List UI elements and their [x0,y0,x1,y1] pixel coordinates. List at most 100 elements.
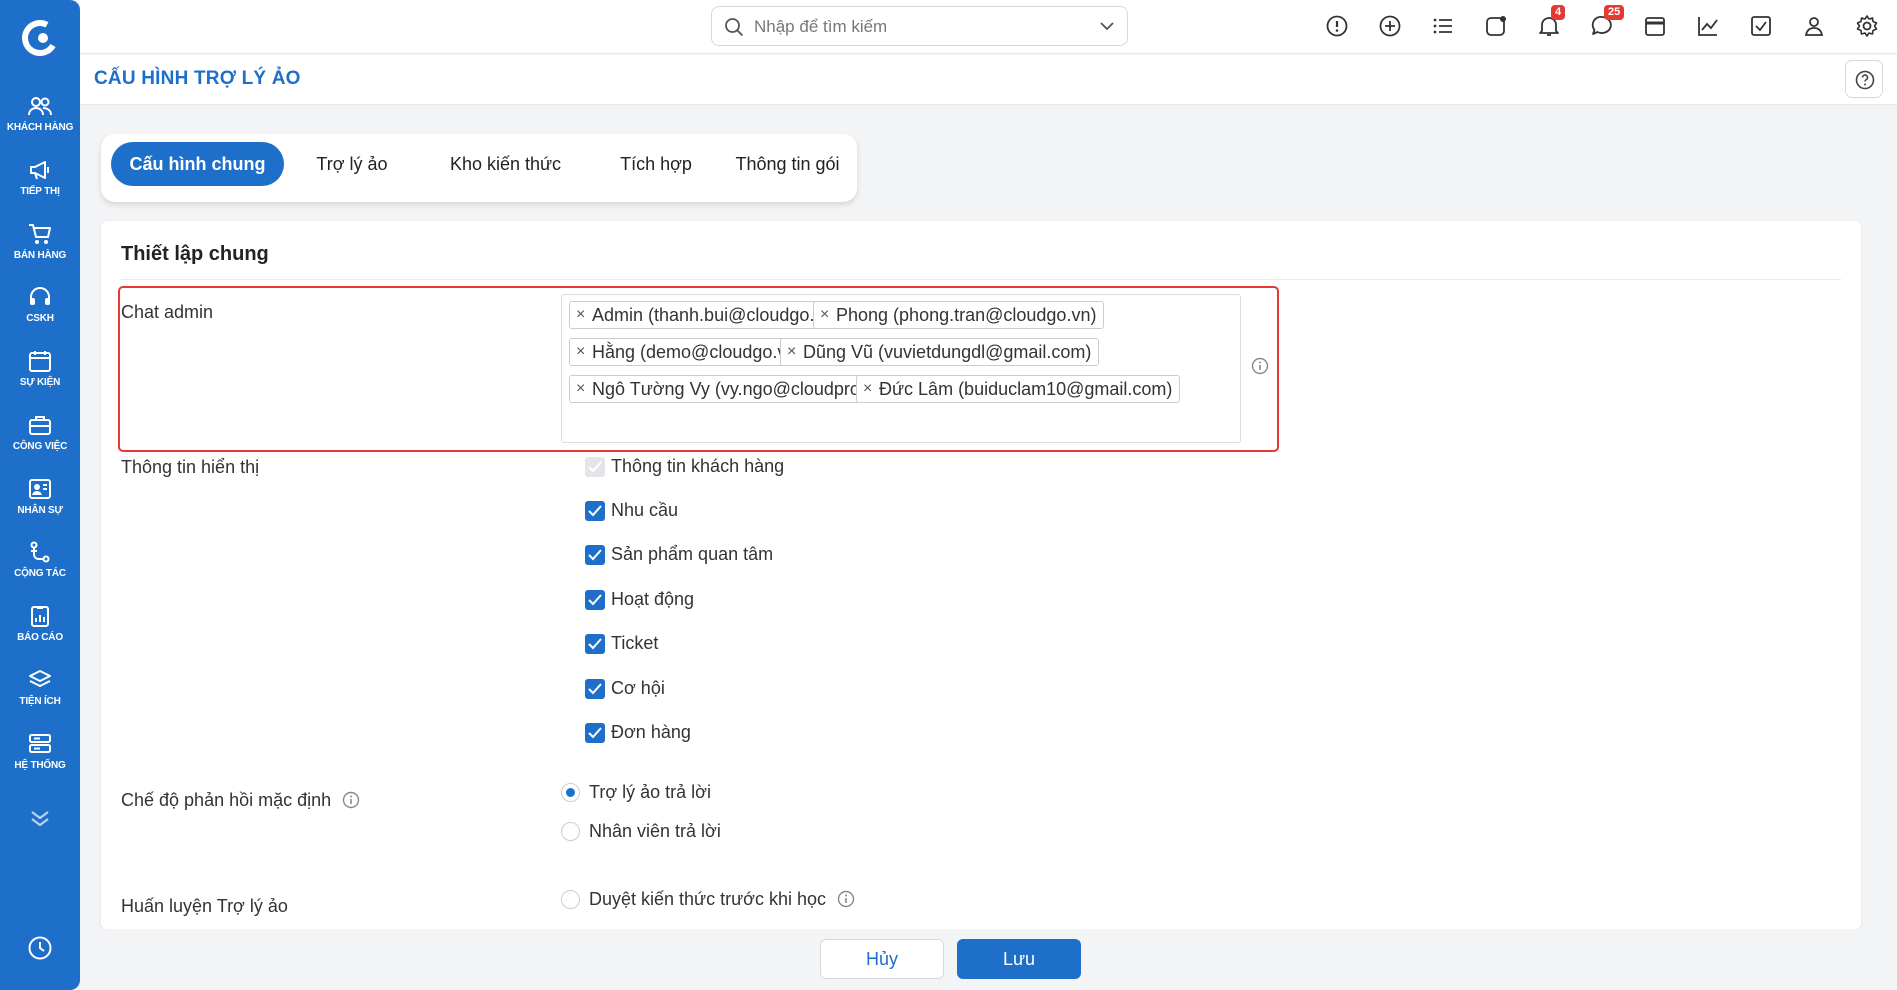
checkbox-label: Hoạt động [611,589,695,609]
tab-bar: Cấu hình chung Trợ lý ảo Kho kiến thức T… [101,134,857,202]
profile-button[interactable] [1802,14,1830,42]
sidebar-item-hr[interactable]: NHÂN SỰ [0,478,80,538]
server-icon [29,734,51,753]
checkbox-products-of-interest[interactable] [585,545,605,565]
search-input[interactable] [754,15,1084,39]
reply-mode-label-text: Chế độ phản hồi mặc định [121,790,332,810]
sidebar-item-utilities[interactable]: TIỆN ÍCH [0,669,80,729]
list-icon [1433,18,1452,34]
sidebar-item-sales[interactable]: BÁN HÀNG [0,223,80,283]
tab-plan-info[interactable]: Thông tin gói [726,142,849,186]
list-button[interactable] [1431,14,1459,42]
tag-label: Đức Lâm (buiduclam10@gmail.com) [879,379,1173,399]
id-card-icon [29,479,51,499]
cancel-button[interactable]: Hủy [820,939,944,979]
sidebar-item-label: SỰ KIỆN [19,377,61,388]
sidebar-item-customers[interactable]: KHÁCH HÀNG [0,95,80,155]
checkbox-label: Nhu cầu [611,500,679,520]
checkbox-customer-info [585,457,605,477]
sidebar-item-reports[interactable]: BÁO CÁO [0,605,80,665]
radio-staff-replies[interactable] [561,822,580,841]
training-label: Huấn luyện Trợ lý ảo [121,896,288,916]
history-button[interactable] [0,935,80,961]
sidebar: KHÁCH HÀNG TIẾP THỊ BÁN HÀNG CSKH SỰ KIỆ… [0,0,80,990]
clock-icon [28,936,52,960]
notifications-button[interactable]: 4 [1537,5,1566,42]
check-icon [588,549,602,561]
sidebar-item-label: HỆ THỐNG [14,760,66,771]
remove-tag-icon[interactable]: × [576,376,585,402]
tag-label: Dũng Vũ (vuvietdungdl@gmail.com) [803,342,1092,362]
layers-icon [29,670,51,687]
alert-circle-icon [1326,15,1348,37]
tab-knowledge-base[interactable]: Kho kiến thức [424,142,587,186]
reply-mode-label: Chế độ phản hồi mặc định [121,790,360,811]
briefcase-icon [29,416,51,435]
settings-button[interactable] [1855,14,1883,42]
admin-tag: × Admin (thanh.bui@cloudgo.vn) [569,301,848,329]
checkbox-activities[interactable] [585,590,605,610]
topbar-actions: 4 25 [1325,5,1885,42]
remove-tag-icon[interactable]: × [863,376,872,402]
topbar: 4 25 [80,0,1897,54]
info-icon[interactable] [1251,357,1269,375]
remove-tag-icon[interactable]: × [576,339,585,365]
analytics-button[interactable] [1696,14,1724,42]
checkbox-needs[interactable] [585,501,605,521]
save-button[interactable]: Lưu [957,939,1081,979]
checkbox-opportunities[interactable] [585,679,605,699]
info-icon[interactable] [342,791,360,809]
display-info-label: Thông tin hiển thị [121,457,260,477]
admin-tag: × Dũng Vũ (vuvietdungdl@gmail.com) [780,338,1100,366]
sidebar-item-events[interactable]: SỰ KIỆN [0,350,80,410]
check-icon [588,461,602,473]
megaphone-icon [30,161,49,180]
calendar-button[interactable] [1643,14,1671,42]
sidebar-item-cskh[interactable]: CSKH [0,286,80,346]
chevron-down-icon[interactable] [1099,19,1115,33]
remove-tag-icon[interactable]: × [820,302,829,328]
sidebar-item-label: TIỆN ÍCH [19,696,61,707]
checkbox-label: Ticket [611,633,659,653]
check-icon [588,638,602,650]
collaboration-icon [30,541,50,563]
radio-review-knowledge[interactable] [561,890,580,909]
sidebar-item-tasks[interactable]: CÔNG VIỆC [0,414,80,474]
user-icon [1804,17,1824,36]
checkbox-orders[interactable] [585,723,605,743]
sidebar-expand-button[interactable] [0,808,80,828]
help-button[interactable] [1845,60,1883,98]
remove-tag-icon[interactable]: × [787,339,796,365]
search-icon [725,18,744,37]
sidebar-item-label: CÔNG VIỆC [12,441,68,452]
cloudgo-logo-icon[interactable] [20,18,60,58]
messages-button[interactable]: 25 [1590,5,1625,42]
sidebar-item-system[interactable]: HỆ THỐNG [0,733,80,793]
radio-assistant-replies[interactable] [561,783,580,802]
headset-icon [30,287,50,305]
check-icon [588,727,602,739]
sidebar-item-marketing[interactable]: TIẾP THỊ [0,159,80,219]
checkbox-ticket[interactable] [585,634,605,654]
tasks-button[interactable] [1484,14,1512,42]
alert-button[interactable] [1325,14,1353,42]
tag-label: Phong (phong.tran@cloudgo.vn) [836,305,1097,325]
tab-integrations[interactable]: Tích hợp [601,142,711,186]
sidebar-item-label: BÁO CÁO [17,632,63,643]
info-icon[interactable] [837,890,855,908]
remove-tag-icon[interactable]: × [576,302,585,328]
tab-general-config[interactable]: Cấu hình chung [111,142,284,186]
check-icon [588,594,602,606]
report-icon [31,606,49,627]
radio-label: Duyệt kiến thức trước khi học [589,889,855,910]
add-button[interactable] [1378,14,1406,42]
global-search[interactable] [711,6,1128,46]
notification-badge: 4 [1551,5,1566,20]
message-badge: 25 [1604,5,1625,20]
tab-virtual-assistant[interactable]: Trợ lý ảo [298,142,406,186]
checklist-button[interactable] [1749,14,1777,42]
sidebar-item-collaboration[interactable]: CỘNG TÁC [0,541,80,601]
radio-label: Nhân viên trả lời [589,821,721,841]
chat-admin-multiselect[interactable]: × Admin (thanh.bui@cloudgo.vn) × Phong (ph… [561,294,1241,443]
chat-admin-label: Chat admin [121,302,214,322]
